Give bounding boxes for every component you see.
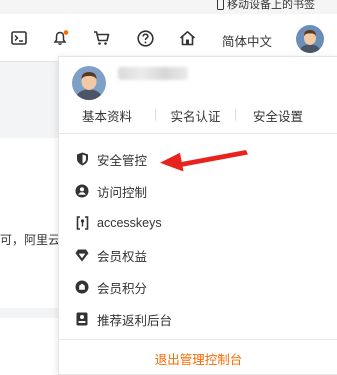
- user-avatar[interactable]: [296, 25, 324, 53]
- diamond-icon: [75, 248, 89, 262]
- logout-console-button[interactable]: 退出管理控制台: [59, 340, 337, 375]
- menu-item-label: 会员权益: [97, 249, 148, 264]
- tab-security-settings[interactable]: 安全设置: [236, 106, 320, 125]
- console-header: 简体中文: [0, 14, 337, 62]
- bell-icon[interactable]: [52, 29, 70, 47]
- menu-item-access-control[interactable]: 访问控制: [59, 178, 337, 204]
- menu-item-label: 推荐返利后台: [97, 313, 173, 328]
- background-card-lower: [0, 318, 58, 375]
- dropdown-divider: [59, 133, 337, 134]
- account-tabs: 基本资料 实名认证 安全设置: [59, 103, 337, 127]
- notification-dot: [63, 30, 69, 35]
- terminal-icon[interactable]: [10, 29, 28, 47]
- menu-item-security-control[interactable]: 安全管控: [59, 146, 337, 172]
- shield-icon: [75, 152, 89, 166]
- recommend-icon: [75, 312, 89, 326]
- mobile-bookmarks-link[interactable]: 移动设备上的书签: [217, 0, 315, 11]
- background-card: [0, 138, 58, 308]
- user-circle-icon: [75, 184, 89, 198]
- tab-real-name-auth[interactable]: 实名认证: [156, 106, 235, 125]
- dropdown-avatar: [72, 66, 106, 100]
- cart-icon[interactable]: [93, 29, 111, 47]
- help-icon[interactable]: [136, 29, 154, 47]
- menu-item-label: 会员积分: [97, 281, 148, 296]
- menu-item-label: accesskeys: [97, 216, 162, 230]
- background-text: 可，阿里云: [0, 233, 61, 247]
- key-bracket-icon: [75, 216, 89, 230]
- menu-item-member-points[interactable]: 会员积分: [59, 274, 337, 300]
- user-dropdown-menu: 基本资料 实名认证 安全设置 安全管控 访问控制 accesskeys 会员权益…: [58, 56, 337, 375]
- phone-icon: [217, 0, 224, 10]
- menu-item-member-benefits[interactable]: 会员权益: [59, 242, 337, 268]
- tab-basic-info[interactable]: 基本资料: [59, 106, 155, 125]
- menu-item-accesskeys[interactable]: accesskeys: [59, 210, 337, 236]
- menu-item-referral-dashboard[interactable]: 推荐返利后台: [59, 306, 337, 332]
- mobile-bookmarks-label: 移动设备上的书签: [227, 0, 315, 11]
- menu-item-label: 访问控制: [97, 185, 148, 200]
- masked-username: [118, 67, 188, 80]
- menu-item-label: 安全管控: [97, 153, 148, 168]
- home-icon[interactable]: [178, 29, 196, 47]
- language-switcher[interactable]: 简体中文: [222, 31, 272, 50]
- points-icon: [75, 280, 89, 294]
- bookmark-bar: 移动设备上的书签: [0, 0, 337, 14]
